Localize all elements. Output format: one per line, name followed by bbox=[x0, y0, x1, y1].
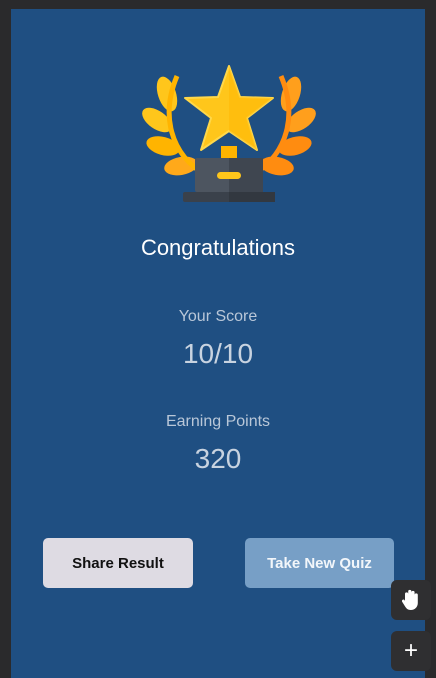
trophy-icon bbox=[142, 65, 316, 202]
hand-tool-button[interactable] bbox=[391, 580, 431, 620]
take-new-quiz-button[interactable]: Take New Quiz bbox=[245, 538, 394, 588]
score-label: Your Score bbox=[178, 308, 258, 325]
quiz-result-screen: Congratulations Your Score 10/10 Earning… bbox=[11, 9, 425, 678]
hand-icon bbox=[401, 589, 418, 610]
score-value: 10/10 bbox=[182, 338, 254, 369]
device-frame: Congratulations Your Score 10/10 Earning… bbox=[0, 0, 436, 678]
points-value: 320 bbox=[194, 443, 242, 474]
share-result-button[interactable]: Share Result bbox=[43, 538, 193, 588]
page-title: Congratulations bbox=[140, 235, 296, 260]
add-button[interactable]: + bbox=[391, 631, 431, 671]
points-label: Earning Points bbox=[165, 413, 271, 430]
